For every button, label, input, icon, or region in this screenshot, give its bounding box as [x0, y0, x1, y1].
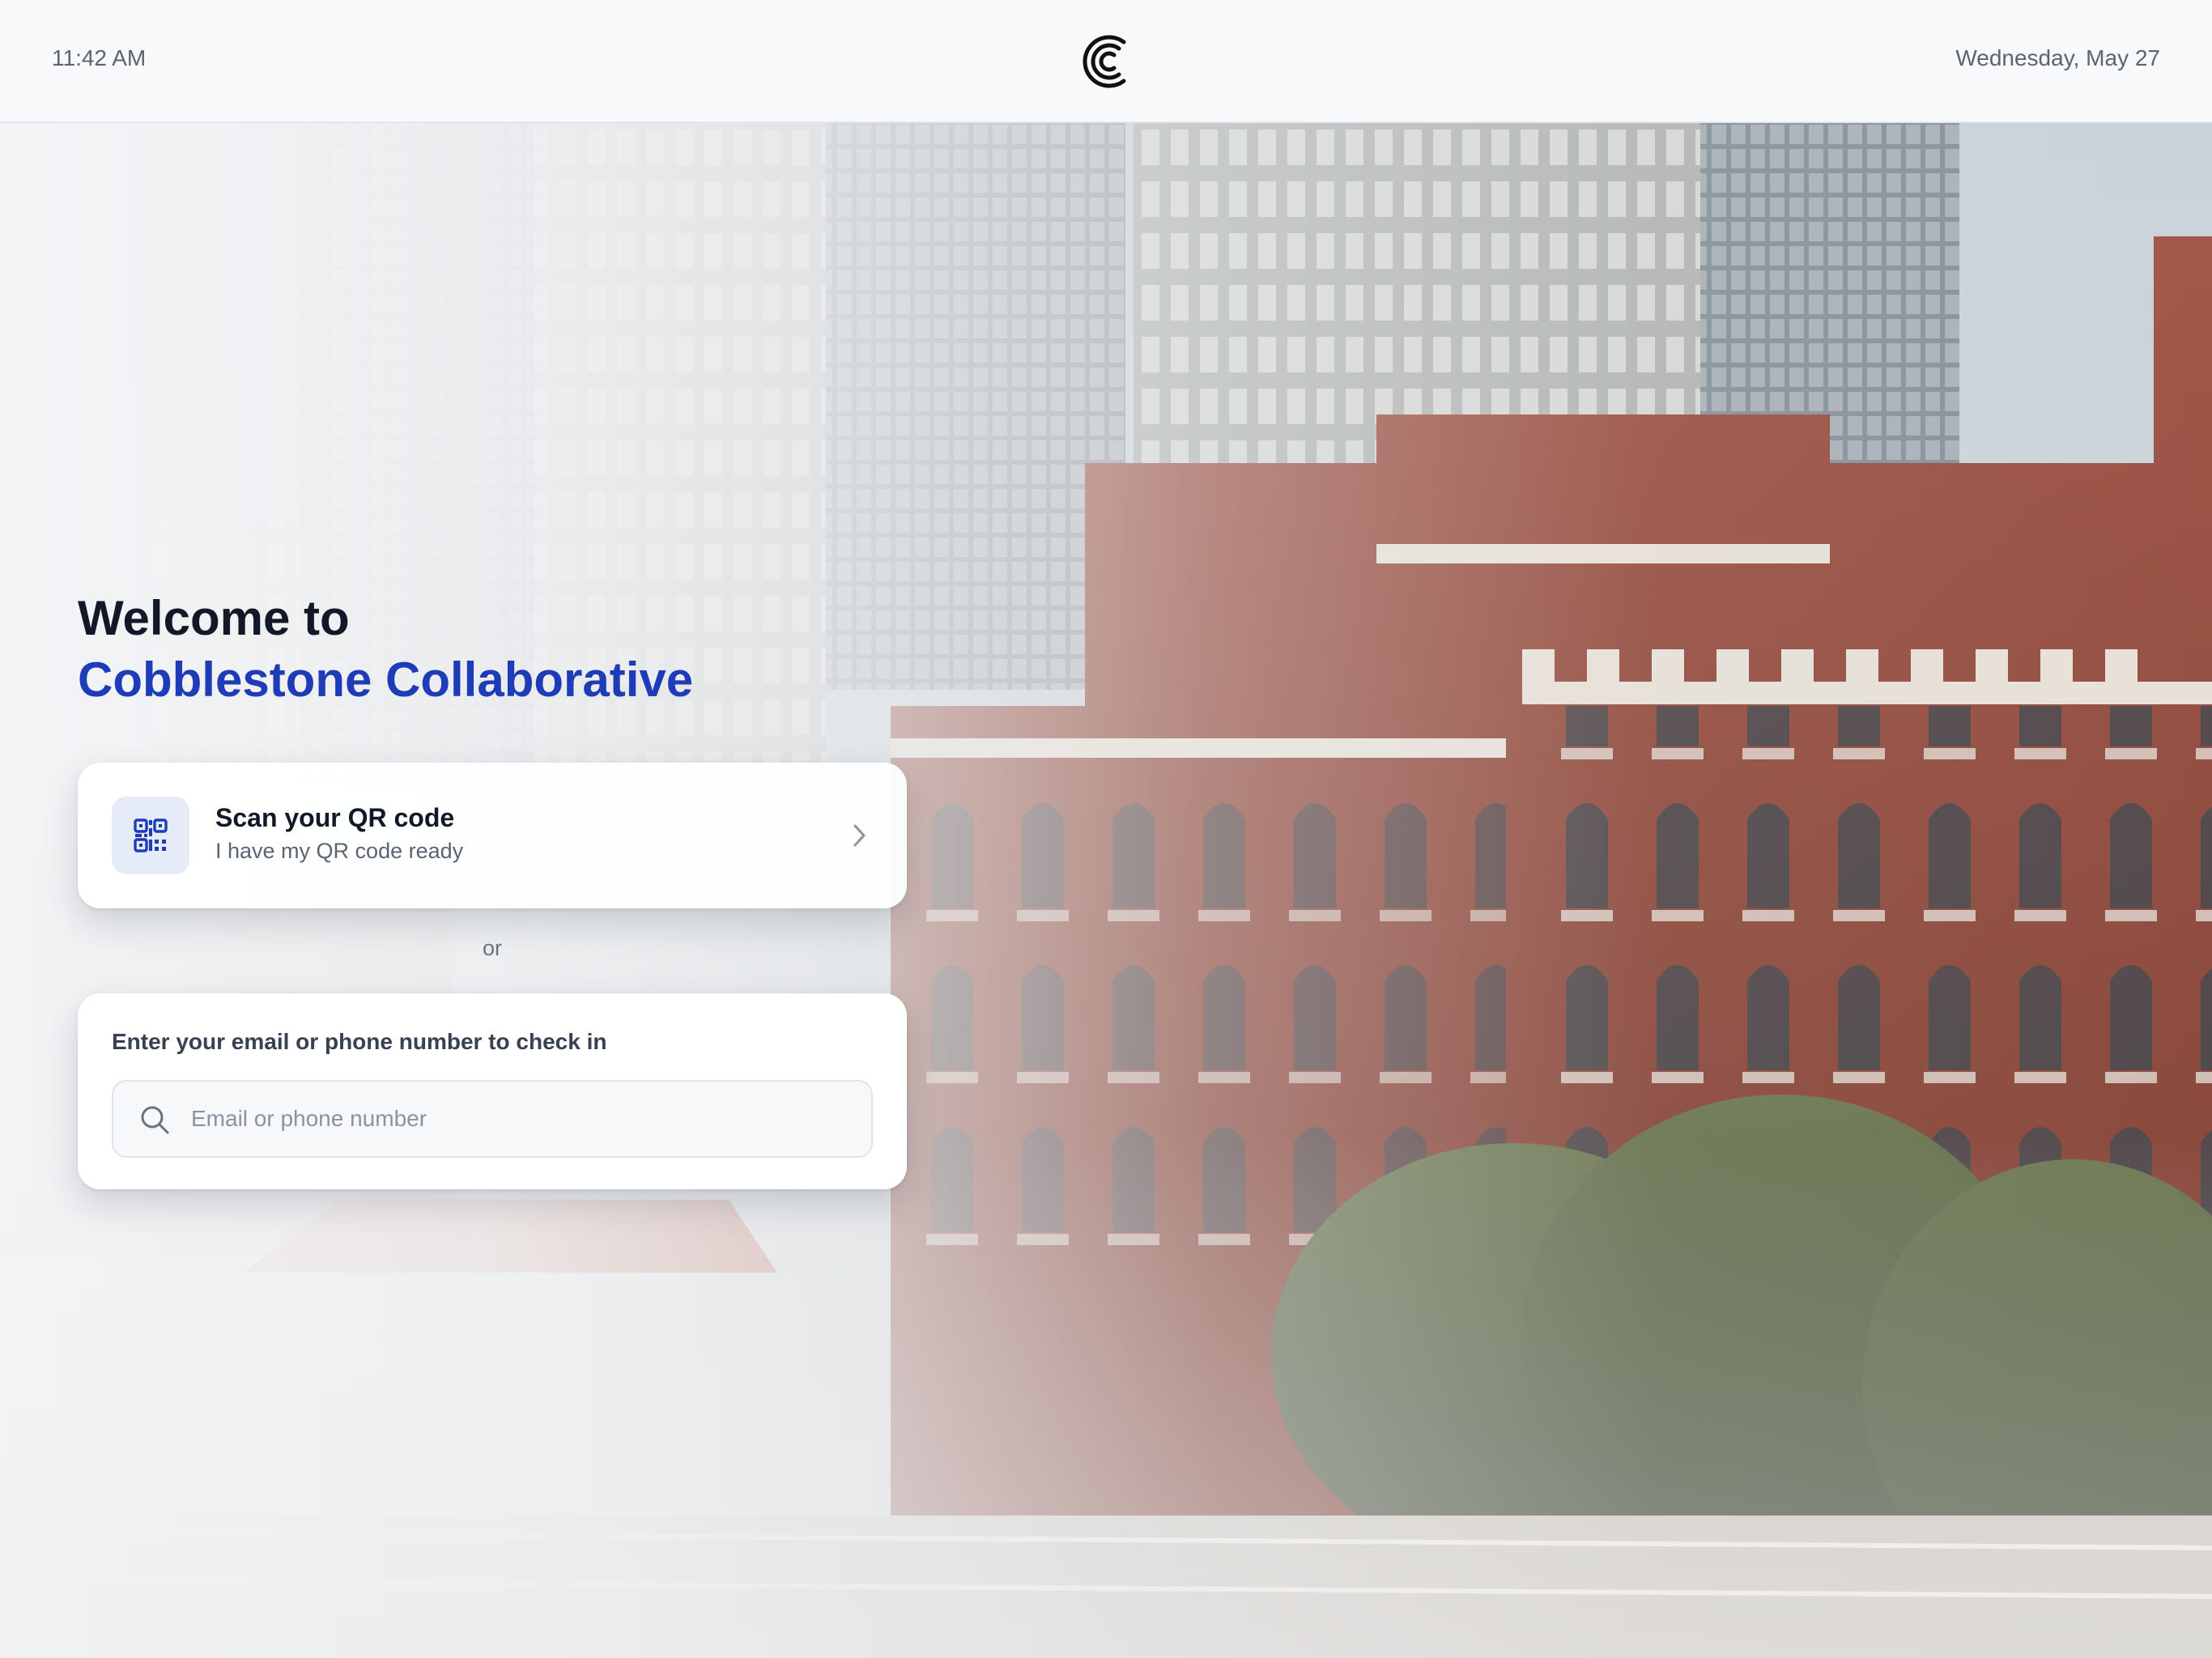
background-bottom-fade [0, 1133, 2212, 1658]
email-input-container[interactable] [112, 1080, 873, 1158]
email-or-phone-input[interactable] [191, 1082, 855, 1156]
top-bar: 11:42 AM Wednesday, May 27 [0, 0, 2212, 123]
chevron-right-icon [853, 824, 866, 847]
qr-option-subtitle: I have my QR code ready [215, 839, 464, 863]
checkin-screen: 11:42 AM Wednesday, May 27 Welcome to Co… [0, 0, 2212, 1658]
current-date: Wednesday, May 27 [1955, 45, 2160, 70]
welcome-line: Welcome to [78, 591, 350, 645]
qr-option-title: Scan your QR code [215, 803, 455, 832]
qr-icon-container [112, 797, 189, 874]
email-checkin-label: Enter your email or phone number to chec… [112, 1029, 607, 1054]
clock-time: 11:42 AM [52, 45, 147, 70]
or-divider: or [483, 936, 503, 960]
workspace-name: Cobblestone Collaborative [78, 653, 694, 707]
search-icon [141, 1106, 169, 1134]
welcome-heading: Welcome to Cobblestone Collaborative [78, 588, 693, 711]
email-checkin-card: Enter your email or phone number to chec… [78, 993, 907, 1189]
cobblestone-c-logo-icon [1083, 35, 1126, 88]
scan-qr-code-option[interactable]: Scan your QR code I have my QR code read… [78, 763, 907, 908]
qr-code-icon [134, 818, 168, 852]
